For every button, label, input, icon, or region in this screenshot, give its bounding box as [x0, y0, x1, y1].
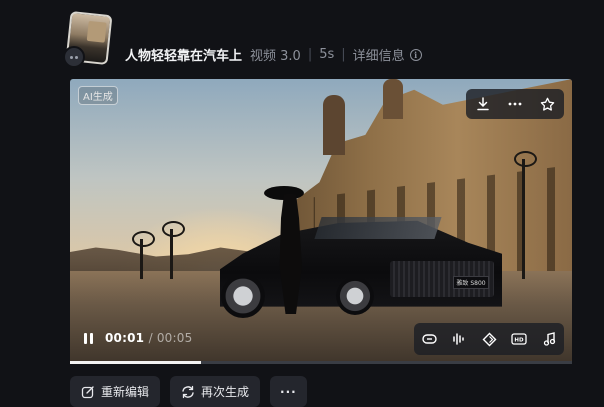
pause-icon[interactable] — [84, 332, 93, 344]
video-top-toolbar — [466, 89, 564, 119]
download-icon[interactable] — [472, 93, 494, 115]
edit-icon — [81, 385, 94, 398]
video-frame: 雅致 S800 — [70, 79, 572, 363]
regenerate-button[interactable]: 再次生成 — [170, 376, 261, 407]
video-player[interactable]: 雅致 S800 AI生成 00:01 / 00:05 HD — [70, 79, 572, 363]
action-bar: 重新编辑 再次生成 ··· — [70, 376, 307, 407]
divider: | — [341, 47, 346, 62]
refresh-icon — [182, 385, 194, 398]
license-plate: 雅致 S800 — [453, 276, 489, 289]
video-title: 人物轻轻靠在汽车上 — [125, 49, 243, 64]
time-display: 00:01 / 00:05 — [105, 331, 192, 345]
loop-icon[interactable] — [418, 328, 440, 350]
hd-icon[interactable]: HD — [508, 328, 530, 350]
edit-button[interactable]: 重新编辑 — [70, 376, 161, 407]
more-icon[interactable] — [504, 93, 526, 115]
edit-button-label: 重新编辑 — [101, 385, 150, 399]
video-bottom-toolbar: HD — [414, 323, 564, 355]
regenerate-button-label: 再次生成 — [201, 385, 250, 399]
avatar — [63, 46, 85, 68]
progress-fill — [70, 361, 201, 364]
ai-generated-tag: AI生成 — [78, 86, 118, 105]
diamond-icon[interactable] — [478, 328, 500, 350]
header-row: 人物轻轻靠在汽车上 视频 3.0 | 5s | 详细信息 i — [125, 45, 422, 64]
duration-label: 5s — [319, 47, 335, 62]
thumbnail-building — [86, 20, 107, 43]
star-icon[interactable] — [536, 93, 558, 115]
dots-icon — [70, 55, 78, 59]
music-icon[interactable] — [538, 328, 560, 350]
progress-bar[interactable] — [70, 361, 572, 364]
model-label: 视频 3.0 — [250, 49, 301, 64]
current-time: 00:01 — [105, 331, 145, 345]
playback-controls: 00:01 / 00:05 — [84, 331, 192, 345]
audio-wave-icon[interactable] — [448, 328, 470, 350]
more-actions-button[interactable]: ··· — [270, 376, 307, 407]
divider: | — [307, 47, 313, 62]
details-link[interactable]: 详细信息 — [353, 45, 405, 64]
hd-label: HD — [514, 338, 524, 344]
info-icon[interactable]: i — [409, 48, 422, 61]
more-actions-label: ··· — [280, 384, 297, 399]
total-time: / 00:05 — [148, 331, 193, 345]
